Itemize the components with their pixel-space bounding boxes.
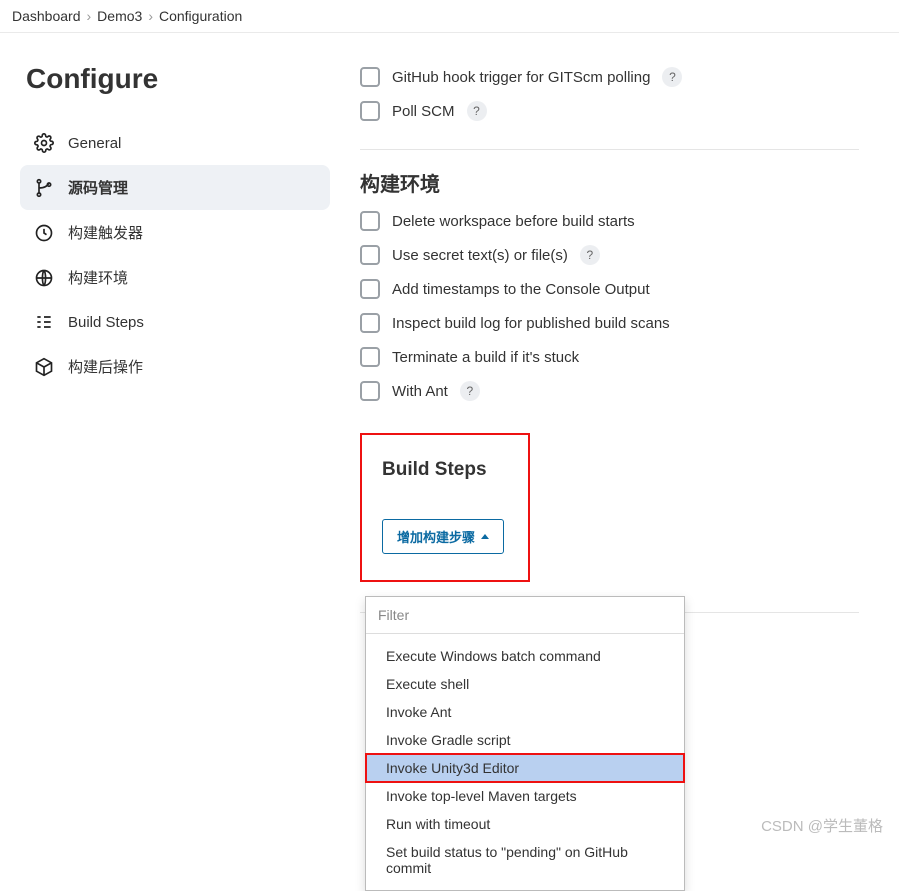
checkbox-label: Poll SCM [392,103,455,120]
dropdown-item[interactable]: Invoke Gradle script [366,726,684,754]
watermark: CSDN @学生董格 [761,815,883,836]
main-content: GitHub hook trigger for GITScm polling ?… [340,33,899,671]
add-build-step-dropdown: Execute Windows batch command Execute sh… [365,596,685,891]
dropdown-item[interactable]: Execute Windows batch command [366,642,684,670]
sidebar-item-label: 源码管理 [68,177,128,198]
sidebar-item-scm[interactable]: 源码管理 [20,165,330,210]
help-icon[interactable]: ? [662,67,682,87]
checkbox-label: Use secret text(s) or file(s) [392,247,568,264]
package-icon [34,357,54,377]
checkbox-label: GitHub hook trigger for GITScm polling [392,69,650,86]
dropdown-item[interactable]: Invoke top-level Maven targets [366,782,684,810]
steps-icon [34,312,54,332]
dropdown-item[interactable]: Invoke Ant [366,698,684,726]
sidebar-item-general[interactable]: General [20,121,330,165]
branch-icon [34,178,54,198]
clock-icon [34,223,54,243]
sidebar-item-label: 构建环境 [68,267,128,288]
dropdown-item[interactable]: Run with timeout [366,810,684,838]
env-row: Add timestamps to the Console Output [360,279,859,299]
help-icon[interactable]: ? [467,101,487,121]
checkbox-label: Delete workspace before build starts [392,213,635,230]
gear-icon [34,133,54,153]
section-title-build-env: 构建环境 [360,168,859,197]
checkbox[interactable] [360,347,380,367]
checkbox[interactable] [360,211,380,231]
checkbox[interactable] [360,381,380,401]
sidebar-item-build-steps[interactable]: Build Steps [20,300,330,344]
dropdown-item[interactable]: Execute shell [366,670,684,698]
checkbox[interactable] [360,279,380,299]
breadcrumb-item[interactable]: Demo3 [97,8,142,24]
breadcrumb: Dashboard › Demo3 › Configuration [0,0,899,33]
checkbox[interactable] [360,67,380,87]
dropdown-item[interactable]: Set build status to "pending" on GitHub … [366,838,684,882]
divider [360,149,859,150]
checkbox-label: Inspect build log for published build sc… [392,315,670,332]
sidebar-item-label: Build Steps [68,314,144,331]
chevron-right-icon: › [148,8,153,24]
help-icon[interactable]: ? [580,245,600,265]
sidebar: Configure General 源码管理 构建触发器 构建环境 [0,33,340,671]
add-build-step-label: 增加构建步骤 [397,527,475,546]
env-row: Use secret text(s) or file(s) ? [360,245,859,265]
checkbox-label: Add timestamps to the Console Output [392,281,650,298]
sidebar-item-environment[interactable]: 构建环境 [20,255,330,300]
sidebar-item-label: General [68,135,121,152]
section-title-build-steps: Build Steps [382,459,508,481]
filter-input[interactable] [366,597,684,634]
checkbox[interactable] [360,313,380,333]
env-row: Inspect build log for published build sc… [360,313,859,333]
dropdown-item-highlighted[interactable]: Invoke Unity3d Editor [366,754,684,782]
sidebar-item-triggers[interactable]: 构建触发器 [20,210,330,255]
trigger-row: GitHub hook trigger for GITScm polling ? [360,67,859,87]
env-row: Delete workspace before build starts [360,211,859,231]
breadcrumb-item[interactable]: Dashboard [12,8,81,24]
checkbox[interactable] [360,245,380,265]
checkbox[interactable] [360,101,380,121]
checkbox-label: Terminate a build if it's stuck [392,349,579,366]
env-row: With Ant ? [360,381,859,401]
env-row: Terminate a build if it's stuck [360,347,859,367]
sidebar-item-label: 构建后操作 [68,356,143,377]
globe-icon [34,268,54,288]
trigger-row: Poll SCM ? [360,101,859,121]
sidebar-item-post-build[interactable]: 构建后操作 [20,344,330,389]
chevron-right-icon: › [87,8,92,24]
page-title: Configure [26,63,330,95]
breadcrumb-item[interactable]: Configuration [159,8,242,24]
caret-up-icon [481,534,489,539]
checkbox-label: With Ant [392,383,448,400]
help-icon[interactable]: ? [460,381,480,401]
build-steps-highlight-box: Build Steps 增加构建步骤 [360,433,530,582]
sidebar-item-label: 构建触发器 [68,222,143,243]
add-build-step-button[interactable]: 增加构建步骤 [382,519,504,554]
